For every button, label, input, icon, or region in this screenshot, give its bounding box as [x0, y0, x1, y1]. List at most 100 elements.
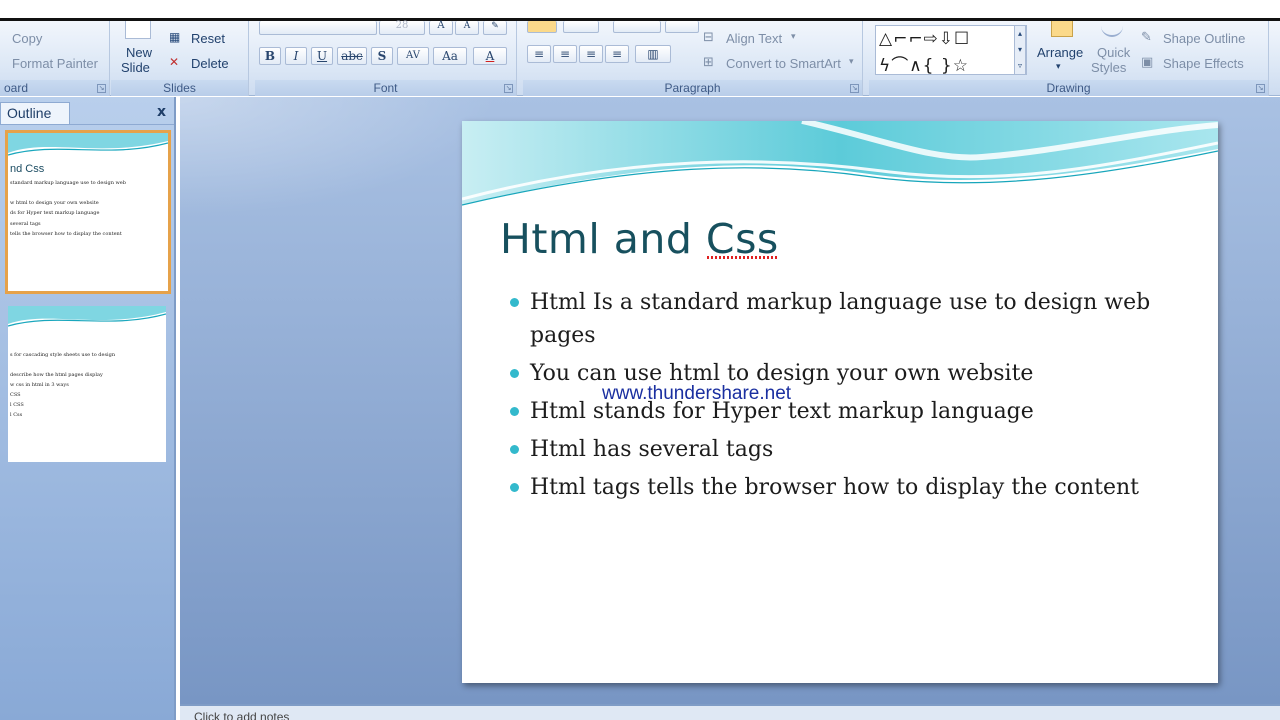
bullet-text: Html Is a standard markup language use t…	[530, 290, 1151, 348]
quick-styles-button[interactable]: Quick	[1097, 45, 1130, 60]
grow-font-icon[interactable]: A	[429, 21, 453, 35]
clear-format-icon[interactable]: ✎	[483, 21, 507, 35]
indent-icon[interactable]	[613, 21, 661, 33]
paragraph-group: ≡ ≡ ≡ ≡ ▥ ⊟ Align Text ▾ ⊞ Convert to Sm…	[523, 21, 863, 96]
format-painter-button[interactable]: Format Painter	[12, 56, 98, 71]
align-right-icon[interactable]: ≡	[579, 45, 603, 63]
justify-icon[interactable]: ≡	[605, 45, 629, 63]
close-pane-icon[interactable]: x	[157, 104, 166, 120]
thumb1-line: standard markup language use to design w…	[10, 180, 126, 186]
bold-button[interactable]: B	[259, 47, 281, 65]
convert-smartart-button[interactable]: Convert to SmartArt	[726, 56, 841, 71]
columns-icon[interactable]: ▥	[635, 45, 671, 63]
numbering-icon[interactable]	[563, 21, 599, 33]
arrange-dropdown-icon[interactable]: ▾	[1056, 61, 1061, 72]
list-item[interactable]: Html has several tags	[510, 433, 1190, 466]
shapes-gallery[interactable]: △⌐⌐⇨⇩☐ ϟ⌒∧{ }☆	[875, 25, 1027, 76]
shapes-row1-icon[interactable]: △⌐⌐⇨⇩☐	[879, 29, 970, 49]
font-group: 28 A A ✎ B I U abc S AV Aa A Font ↘	[255, 21, 517, 96]
arrange-button[interactable]: Arrange	[1037, 45, 1083, 60]
font-size-box[interactable]: 28	[379, 21, 425, 35]
font-launcher-icon[interactable]: ↘	[504, 84, 513, 93]
delete-button[interactable]: Delete	[191, 56, 229, 71]
line-spacing-icon[interactable]	[665, 21, 699, 33]
thumb2-line: s for cascading style sheets use to desi…	[10, 352, 116, 358]
slides-group-label: Slides	[111, 80, 248, 96]
font-name-box[interactable]	[259, 21, 377, 35]
thumb1-line: ds for Hyper text markup language	[10, 210, 100, 216]
slide-thumbnail-2[interactable]: s for cascading style sheets use to desi…	[8, 306, 166, 462]
copy-button[interactable]: Copy	[12, 31, 42, 46]
slides-group: New Slide ▦ Reset ✕ Delete Slides	[111, 21, 249, 96]
bullet-icon	[510, 407, 519, 416]
slides-outline-pane: Outline x nd Css standard markup languag…	[0, 97, 176, 720]
paragraph-launcher-icon[interactable]: ↘	[850, 84, 859, 93]
change-case-button[interactable]: Aa	[433, 47, 467, 65]
thumb2-line: CSS	[10, 392, 21, 398]
pane-divider	[0, 124, 174, 125]
underline-button[interactable]: U	[311, 47, 333, 65]
drawing-group-label: Drawing	[869, 80, 1268, 96]
quick-styles-button-label[interactable]: Styles	[1091, 60, 1126, 75]
thumb1-line: several tags	[10, 221, 41, 227]
thumb2-line: w css in html in 3 ways	[10, 382, 69, 388]
thumb1-wave-graphic	[8, 133, 168, 156]
ribbon: Copy Format Painter oard ↘ New Slide ▦ R…	[0, 21, 1280, 96]
thumb1-line: tells the browser how to display the con…	[10, 231, 122, 237]
slide-thumbnail-1[interactable]: nd Css standard markup language use to d…	[5, 130, 171, 294]
bullet-text: Html tags tells the browser how to displ…	[530, 475, 1139, 500]
shape-effects-icon: ▣	[1141, 55, 1154, 70]
shapes-row2-icon[interactable]: ϟ⌒∧{ }☆	[879, 51, 969, 76]
new-slide-button-label[interactable]: Slide	[121, 60, 150, 75]
delete-icon: ✕	[169, 55, 180, 69]
thumb2-line: l Css	[10, 412, 23, 418]
shape-outline-button[interactable]: Shape Outline	[1163, 31, 1245, 46]
align-center-icon[interactable]: ≡	[553, 45, 577, 63]
slide-canvas[interactable]: Html and Css Html Is a standard markup l…	[462, 121, 1218, 683]
clipboard-launcher-icon[interactable]: ↘	[97, 84, 106, 93]
new-slide-icon[interactable]	[125, 21, 151, 39]
notes-pane[interactable]: Click to add notes	[180, 704, 1280, 720]
list-item[interactable]: Html tags tells the browser how to displ…	[510, 471, 1190, 504]
reset-button[interactable]: Reset	[191, 31, 225, 46]
bullet-icon	[510, 483, 519, 492]
shrink-font-icon[interactable]: A	[455, 21, 479, 35]
align-text-icon: ⊟	[703, 30, 714, 45]
drawing-launcher-icon[interactable]: ↘	[1256, 84, 1265, 93]
char-spacing-button[interactable]: AV	[397, 47, 429, 65]
bullet-icon	[510, 298, 519, 307]
font-color-button[interactable]: A	[473, 47, 507, 65]
window-top-edge	[0, 0, 1280, 21]
italic-button[interactable]: I	[285, 47, 307, 65]
bullets-icon[interactable]	[527, 21, 557, 33]
align-text-dropdown-icon[interactable]: ▾	[791, 31, 796, 42]
new-slide-button[interactable]: New	[126, 45, 152, 60]
arrange-icon[interactable]	[1051, 21, 1073, 37]
thumb2-line: l CSS	[10, 402, 24, 408]
shapes-scroll-icon[interactable]: ▴ ▾ ▿	[1014, 25, 1026, 75]
thumb2-wave-graphic	[8, 306, 166, 327]
watermark-text: www.thundershare.net	[602, 383, 792, 404]
reset-icon: ▦	[169, 30, 181, 44]
clipboard-group: Copy Format Painter oard ↘	[0, 21, 110, 96]
shape-effects-button[interactable]: Shape Effects	[1163, 56, 1244, 71]
spellcheck-underline	[707, 256, 777, 259]
align-left-icon[interactable]: ≡	[527, 45, 551, 63]
thumb1-title: nd Css	[10, 163, 45, 175]
strikethrough-button[interactable]: abc	[337, 47, 367, 65]
smartart-dropdown-icon[interactable]: ▾	[849, 56, 854, 67]
bullet-icon	[510, 445, 519, 454]
align-text-button[interactable]: Align Text	[726, 31, 782, 46]
slide-wave-graphic	[462, 121, 1218, 206]
list-item[interactable]: Html Is a standard markup language use t…	[510, 286, 1190, 352]
smartart-icon: ⊞	[703, 55, 714, 70]
drawing-group: △⌐⌐⇨⇩☐ ϟ⌒∧{ }☆ ▴ ▾ ▿ Arrange ▾ Quick Style…	[869, 21, 1269, 96]
tab-outline[interactable]: Outline	[0, 102, 70, 124]
quick-styles-icon[interactable]	[1101, 21, 1123, 37]
bullet-icon	[510, 369, 519, 378]
shadow-button[interactable]: S	[371, 47, 393, 65]
shape-outline-icon: ✎	[1141, 30, 1152, 45]
notes-placeholder: Click to add notes	[194, 710, 290, 720]
font-group-label: Font	[255, 80, 516, 96]
clipboard-group-label: oard	[0, 80, 109, 96]
